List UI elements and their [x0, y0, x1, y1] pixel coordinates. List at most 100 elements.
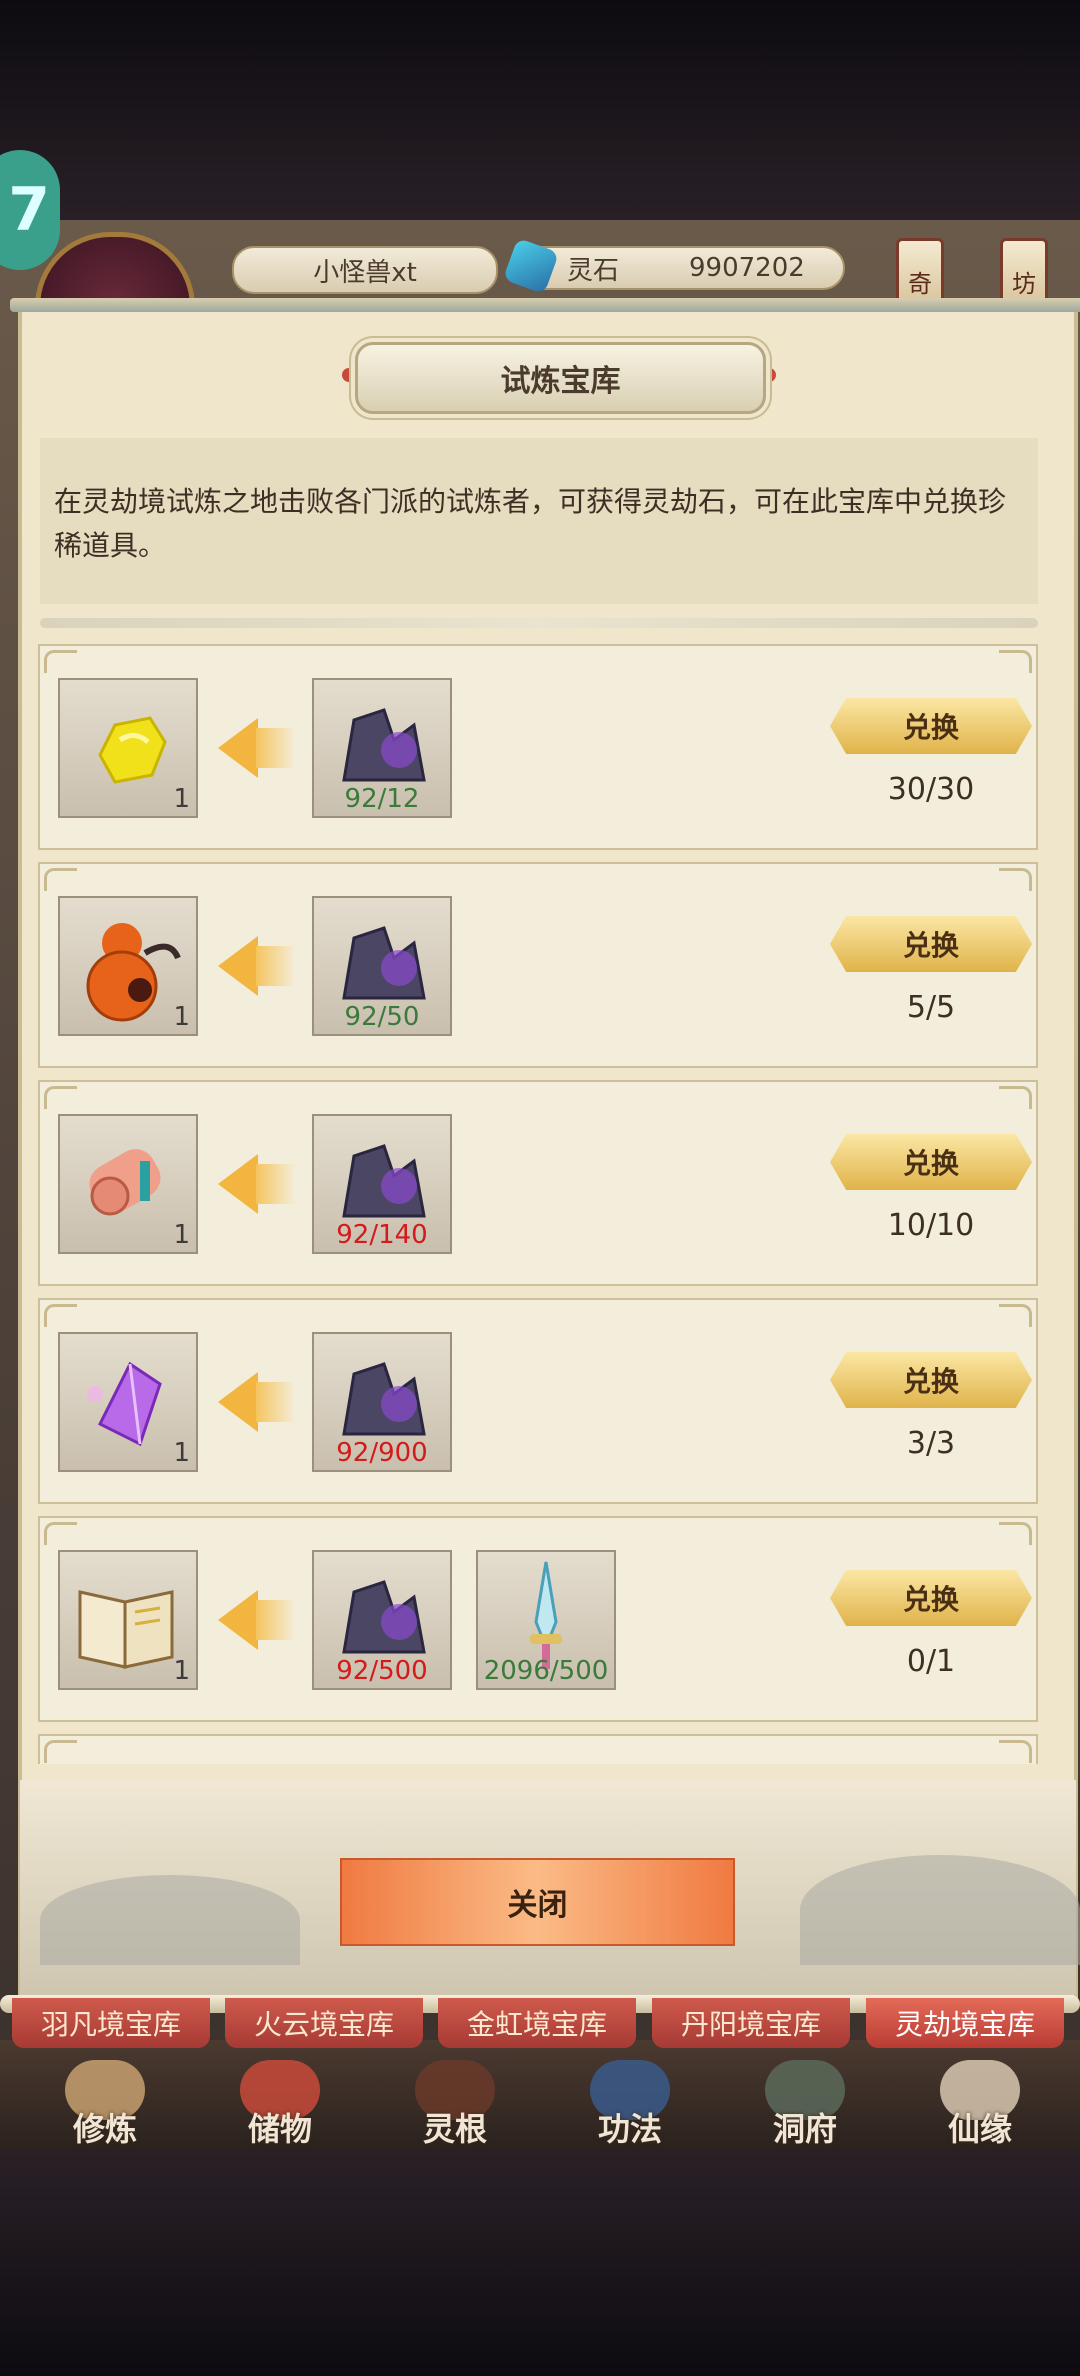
exchange-button[interactable]: 兑换 [830, 916, 1032, 972]
arrow-left-icon [218, 936, 258, 996]
nav-fate[interactable]: 仙缘 [905, 2060, 1055, 2150]
cost-slot[interactable]: 92/500 [312, 1550, 452, 1690]
cost-ratio: 92/500 [336, 1656, 428, 1686]
cost-slot[interactable]: 2096/500 [476, 1550, 616, 1690]
tab-danyang-treasury[interactable]: 丹阳境宝库 [652, 1998, 850, 2048]
corner-ornament [999, 650, 1032, 673]
tab-huoyun-treasury[interactable]: 火云境宝库 [225, 1998, 423, 2048]
nav-label: 灵根 [422, 2110, 487, 2148]
tab-lingjie-treasury[interactable]: 灵劫境宝库 [866, 1998, 1064, 2048]
arrow-left-icon [218, 1372, 258, 1432]
scroll-top-rod [10, 298, 1080, 312]
lantern-fang-label: 坊 [1012, 270, 1036, 298]
corner-ornament [44, 868, 77, 891]
exchange-button[interactable]: 兑换 [830, 1570, 1032, 1626]
nav-technique[interactable]: 功法 [555, 2060, 705, 2150]
bottom-background [0, 2150, 1080, 2376]
tab-label: 金虹境宝库 [466, 2008, 607, 2041]
corner-ornament [44, 1740, 77, 1763]
panel-description: 在灵劫境试炼之地击败各门派的试炼者，可获得灵劫石，可在此宝库中兑换珍稀道具。 [40, 438, 1038, 604]
cost-ratio: 92/900 [336, 1438, 428, 1468]
corner-ornament [999, 1740, 1032, 1763]
cost-slot[interactable]: 92/12 [312, 678, 452, 818]
exchange-limit: 10/10 [887, 1208, 975, 1243]
corner-ornament [44, 1522, 77, 1545]
corner-ornament [999, 1522, 1032, 1545]
tab-label: 羽凡境宝库 [40, 2008, 181, 2041]
reward-slot[interactable]: 1 [58, 1114, 198, 1254]
cost-slot[interactable]: 92/50 [312, 896, 452, 1036]
reward-slot[interactable]: 1 [58, 1332, 198, 1472]
nav-label: 修炼 [72, 2110, 137, 2148]
mountain-decoration [800, 1855, 1080, 1965]
exchange-button[interactable]: 兑换 [830, 698, 1032, 754]
nav-cultivate[interactable]: 修炼 [30, 2060, 180, 2150]
panel-title: 试炼宝库 [355, 342, 766, 414]
corner-ornament [999, 1304, 1032, 1327]
nav-label: 储物 [247, 2110, 312, 2148]
reward-count: 1 [173, 1438, 190, 1468]
nav-cave[interactable]: 洞府 [730, 2060, 880, 2150]
cost-ratio: 92/140 [336, 1220, 428, 1250]
arrow-tail [256, 1382, 296, 1422]
arrow-tail [256, 728, 296, 768]
exchange-row: 1 92/50 兑换 5/5 [38, 862, 1038, 1068]
nav-label: 仙缘 [947, 2110, 1012, 2148]
exchange-limit: 0/1 [906, 1644, 956, 1679]
reward-count: 1 [173, 1002, 190, 1032]
arrow-tail [256, 1600, 296, 1640]
tab-label: 灵劫境宝库 [894, 2008, 1035, 2041]
exchange-limit: 5/5 [906, 990, 956, 1025]
exchange-row: 1 92/140 兑换 10/10 [38, 1080, 1038, 1286]
exchange-row: 1 92/500 2096/500 兑换 0/1 [38, 1516, 1038, 1722]
nav-storage[interactable]: 储物 [205, 2060, 355, 2150]
currency-value: 9907202 [689, 253, 805, 283]
currency-display: 灵石 9907202 [502, 237, 845, 295]
exchange-row: 1 92/900 兑换 3/3 [38, 1298, 1038, 1504]
corner-ornament [44, 650, 77, 673]
cost-ratio: 92/12 [344, 784, 420, 814]
currency-label: 灵石 [567, 255, 620, 286]
reward-slot[interactable]: 1 [58, 1550, 198, 1690]
top-background [0, 0, 1080, 230]
nav-label: 洞府 [772, 2110, 837, 2148]
nav-root[interactable]: 灵根 [380, 2060, 530, 2150]
player-name: 小怪兽xt [232, 246, 498, 294]
arrow-left-icon [218, 718, 258, 778]
close-button[interactable]: 关闭 [340, 1858, 735, 1946]
corner-ornament [44, 1304, 77, 1327]
exchange-button[interactable]: 兑换 [830, 1352, 1032, 1408]
panel-description-text: 在灵劫境试炼之地击败各门派的试炼者，可获得灵劫石，可在此宝库中兑换珍稀道具。 [54, 485, 1007, 562]
exchange-row: 1 92/12 兑换 30/30 [38, 644, 1038, 850]
tab-label: 丹阳境宝库 [680, 2008, 821, 2041]
arrow-left-icon [218, 1154, 258, 1214]
arrow-tail [256, 946, 296, 986]
cost-slot[interactable]: 92/900 [312, 1332, 452, 1472]
exchange-row [38, 1734, 1038, 1764]
cost-ratio: 92/50 [344, 1002, 420, 1032]
cost-slot[interactable]: 92/140 [312, 1114, 452, 1254]
exchange-list[interactable]: 1 92/12 兑换 30/30 1 92/50 兑换 5/5 1 92/140… [38, 644, 1038, 1764]
level-badge[interactable]: 7 [0, 150, 60, 270]
corner-ornament [999, 868, 1032, 891]
player-name-label: 小怪兽xt [313, 257, 417, 288]
reward-slot[interactable]: 1 [58, 896, 198, 1036]
panel-title-label: 试炼宝库 [500, 364, 621, 399]
tab-jinhong-treasury[interactable]: 金虹境宝库 [438, 1998, 636, 2048]
corner-ornament [44, 1086, 77, 1109]
tab-label: 火云境宝库 [253, 2008, 394, 2041]
arrow-left-icon [218, 1590, 258, 1650]
reward-slot[interactable]: 1 [58, 678, 198, 818]
exchange-limit: 3/3 [906, 1426, 956, 1461]
reward-count: 1 [173, 1656, 190, 1686]
reward-count: 1 [173, 1220, 190, 1250]
level-badge-label: 7 [8, 175, 50, 245]
nav-label: 功法 [597, 2110, 662, 2148]
arrow-tail [256, 1164, 296, 1204]
corner-ornament [999, 1086, 1032, 1109]
reward-count: 1 [173, 784, 190, 814]
divider [40, 618, 1038, 628]
exchange-button[interactable]: 兑换 [830, 1134, 1032, 1190]
tab-yufan-treasury[interactable]: 羽凡境宝库 [12, 1998, 210, 2048]
exchange-limit: 30/30 [887, 772, 975, 807]
